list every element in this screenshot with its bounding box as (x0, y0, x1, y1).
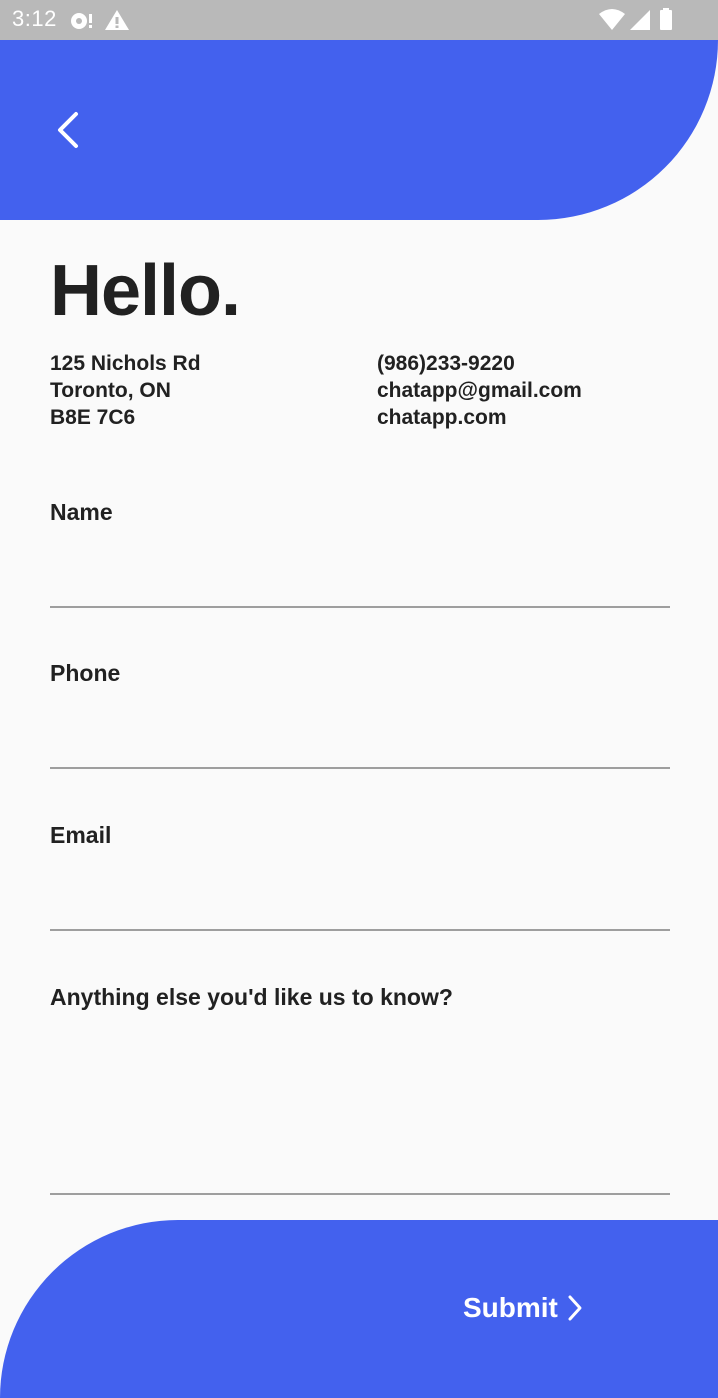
signal-icon (628, 8, 652, 37)
contact-screen: 3:12 Hello. 125 Nichols Rd Toronto, ON B… (0, 0, 718, 1398)
message-input[interactable] (50, 1032, 670, 1195)
contact-phone: (986)233-9220 (377, 352, 515, 375)
name-field-group: Name (50, 497, 670, 610)
address-line-3: B8E 7C6 (50, 406, 136, 429)
email-label: Email (50, 822, 112, 848)
phone-field-group: Phone (50, 658, 670, 771)
name-label: Name (50, 499, 113, 525)
address-line-1: 125 Nichols Rd (50, 352, 201, 375)
page-title: Hello. (50, 251, 241, 331)
chevron-right-icon (568, 1295, 582, 1321)
name-input[interactable] (50, 563, 670, 608)
footer: Submit (0, 1220, 718, 1398)
contact-email: chatapp@gmail.com (377, 379, 582, 402)
phone-input[interactable] (50, 724, 670, 769)
chevron-left-icon (58, 112, 78, 148)
contact-block: (986)233-9220 chatapp@gmail.com chatapp.… (377, 350, 582, 431)
message-field-group: Anything else you'd like us to know? (50, 982, 670, 1195)
battery-icon (658, 8, 674, 37)
header (0, 40, 718, 220)
address-block: 125 Nichols Rd Toronto, ON B8E 7C6 (50, 350, 201, 431)
wifi-icon (598, 8, 626, 37)
sync-notification-icon (68, 8, 94, 37)
back-button[interactable] (50, 108, 86, 152)
status-bar: 3:12 (0, 0, 718, 40)
submit-label: Submit (463, 1292, 558, 1323)
warning-icon (104, 8, 130, 37)
email-input[interactable] (50, 886, 670, 931)
phone-label: Phone (50, 660, 121, 686)
address-line-2: Toronto, ON (50, 379, 171, 402)
status-time: 3:12 (12, 6, 57, 31)
contact-website: chatapp.com (377, 406, 507, 429)
message-label: Anything else you'd like us to know? (50, 984, 453, 1010)
email-field-group: Email (50, 820, 670, 933)
submit-button[interactable]: Submit (463, 1292, 584, 1324)
